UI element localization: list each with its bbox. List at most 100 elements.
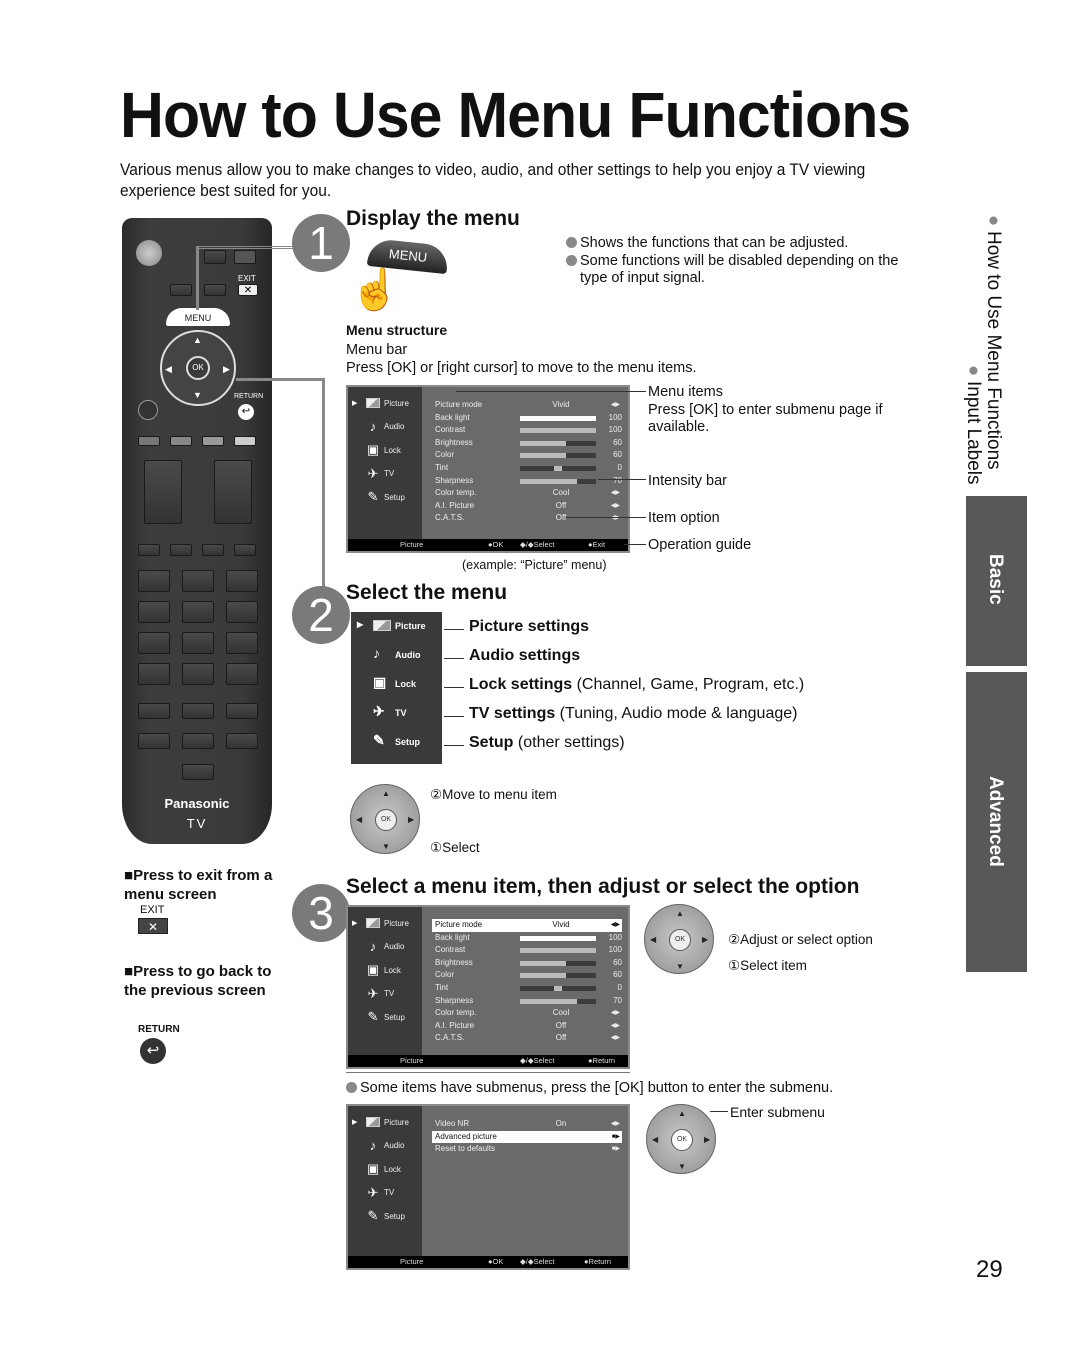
menu-item-row[interactable]: Color 60	[432, 449, 622, 462]
osd-menu-lock[interactable]: ▣ Lock	[348, 960, 422, 980]
submenu-item-row[interactable]: Reset to defaults ■▶	[432, 1143, 622, 1156]
menu-item-row[interactable]: Color temp. Cool ◀▶	[432, 487, 622, 500]
menu-item-row[interactable]: Contrast 100	[432, 424, 622, 437]
osd-menu-tv[interactable]: ✈ TV	[348, 464, 422, 484]
remote-button[interactable]	[234, 250, 256, 264]
yellow-button[interactable]	[202, 436, 224, 446]
number-button[interactable]	[138, 570, 170, 592]
number-button[interactable]	[182, 632, 214, 654]
osd-menu-audio[interactable]: ♪ Audio	[348, 417, 422, 437]
menu-item-row[interactable]: A.I. Picture Off ◀▶	[432, 500, 622, 513]
submenu-item-row[interactable]: Advanced picture ■▶	[432, 1130, 622, 1144]
menu-item-row[interactable]: Sharpness 70	[432, 475, 622, 488]
green-button[interactable]	[170, 436, 192, 446]
menu-item-row[interactable]: A.I. Picture Off ◀▶	[432, 1020, 622, 1033]
intensity-bar[interactable]	[520, 948, 596, 954]
osd-menu-lock[interactable]: ▣ Lock	[348, 1159, 422, 1179]
menu-item-row[interactable]: Brightness 60	[432, 437, 622, 450]
intensity-bar-fill	[554, 986, 562, 991]
breadcrumb-link[interactable]: Input Labels	[963, 381, 984, 485]
intensity-bar[interactable]	[520, 453, 596, 459]
tab-basic[interactable]: Basic	[966, 496, 1027, 666]
intensity-bar[interactable]	[520, 428, 596, 434]
menu-bar-item-setup[interactable]: ✎ Setup	[351, 732, 442, 752]
number-button[interactable]	[182, 663, 214, 685]
blue-button[interactable]	[234, 436, 256, 446]
intensity-bar[interactable]	[520, 960, 596, 966]
exit-button[interactable]: ✕	[238, 284, 258, 296]
remote-button[interactable]	[138, 733, 170, 749]
menu-bar-item-picture[interactable]: ▶ Picture	[351, 616, 442, 636]
remote-button[interactable]	[182, 764, 214, 780]
osd-menu-tv[interactable]: ✈ TV	[348, 1183, 422, 1203]
menu-item-row[interactable]: Color 60	[432, 969, 622, 982]
number-button[interactable]	[226, 663, 258, 685]
return-guide: ● Return	[588, 1056, 616, 1065]
intensity-bar[interactable]	[520, 440, 596, 446]
submenu-item-row[interactable]: Video NR On ◀▶	[432, 1118, 622, 1131]
osd-menu-setup[interactable]: ✎ Setup	[348, 1007, 422, 1027]
menu-bar-item-lock[interactable]: ▣ Lock	[351, 674, 442, 694]
number-button[interactable]	[138, 632, 170, 654]
remote-button[interactable]	[204, 250, 226, 264]
menu-item-row[interactable]: Picture mode Vivid ◀▶	[432, 919, 622, 932]
volume-rocker[interactable]	[144, 460, 182, 524]
osd-menu-picture[interactable]: ▶ Picture	[348, 393, 422, 413]
red-button[interactable]	[138, 436, 160, 446]
menu-item-row[interactable]: Tint 0	[432, 462, 622, 475]
ok-button[interactable]: OK	[186, 356, 210, 380]
menu-item-row[interactable]: C.A.T.S. Off ◀▶	[432, 512, 622, 525]
menu-item-row[interactable]: Brightness 60	[432, 957, 622, 970]
tab-advanced[interactable]: Advanced	[966, 672, 1027, 972]
menu-bar-item-tv[interactable]: ✈ TV	[351, 703, 442, 723]
remote-button[interactable]	[202, 544, 224, 556]
number-button[interactable]	[182, 570, 214, 592]
menu-item-row[interactable]: Contrast 100	[432, 944, 622, 957]
menu-item-row[interactable]: Tint 0	[432, 982, 622, 995]
osd-menu-picture[interactable]: ▶ Picture	[348, 1112, 422, 1132]
remote-button[interactable]	[226, 703, 258, 719]
number-button[interactable]	[138, 663, 170, 685]
intensity-bar[interactable]	[520, 935, 596, 941]
intensity-bar[interactable]	[520, 466, 596, 471]
number-button[interactable]	[138, 601, 170, 623]
menu-bar-item-audio[interactable]: ♪ Audio	[351, 645, 442, 665]
intensity-bar[interactable]	[520, 998, 596, 1004]
number-button[interactable]	[226, 632, 258, 654]
remote-button[interactable]	[226, 733, 258, 749]
osd-menu-audio[interactable]: ♪ Audio	[348, 937, 422, 957]
intensity-bar[interactable]	[520, 986, 596, 991]
osd-menu-lock[interactable]: ▣ Lock	[348, 440, 422, 460]
osd-menu-tv[interactable]: ✈ TV	[348, 984, 422, 1004]
menu-item-row[interactable]: Picture mode Vivid ◀▶	[432, 399, 622, 412]
remote-button[interactable]	[138, 703, 170, 719]
number-button[interactable]	[182, 601, 214, 623]
menu-button[interactable]: MENU	[166, 308, 230, 326]
osd-menu-picture[interactable]: ▶ Picture	[348, 913, 422, 933]
remote-button[interactable]	[182, 733, 214, 749]
breadcrumb-link[interactable]: How to Use Menu Functions	[983, 231, 1004, 470]
menu-item-row[interactable]: Back light 100	[432, 412, 622, 425]
menu-item-row[interactable]: Color temp. Cool ◀▶	[432, 1007, 622, 1020]
intensity-bar[interactable]	[520, 478, 596, 484]
remote-button[interactable]	[182, 703, 214, 719]
return-button[interactable]: ↩	[238, 404, 254, 420]
number-button[interactable]	[226, 570, 258, 592]
menu-item-row[interactable]: C.A.T.S. Off ◀▶	[432, 1032, 622, 1045]
power-button[interactable]	[136, 240, 162, 266]
menu-item-row[interactable]: Sharpness 70	[432, 995, 622, 1008]
channel-rocker[interactable]	[214, 460, 252, 524]
intensity-bar[interactable]	[520, 973, 596, 979]
remote-button[interactable]	[138, 544, 160, 556]
osd-menu-setup[interactable]: ✎ Setup	[348, 1206, 422, 1226]
remote-button[interactable]	[170, 544, 192, 556]
remote-button[interactable]	[234, 544, 256, 556]
osd-menu-setup[interactable]: ✎ Setup	[348, 487, 422, 507]
osd-menu-audio[interactable]: ♪ Audio	[348, 1136, 422, 1156]
remote-button[interactable]	[204, 284, 226, 296]
remote-button[interactable]	[138, 400, 158, 420]
menu-item-row[interactable]: Back light 100	[432, 932, 622, 945]
intensity-bar[interactable]	[520, 415, 596, 421]
remote-button[interactable]	[170, 284, 192, 296]
number-button[interactable]	[226, 601, 258, 623]
